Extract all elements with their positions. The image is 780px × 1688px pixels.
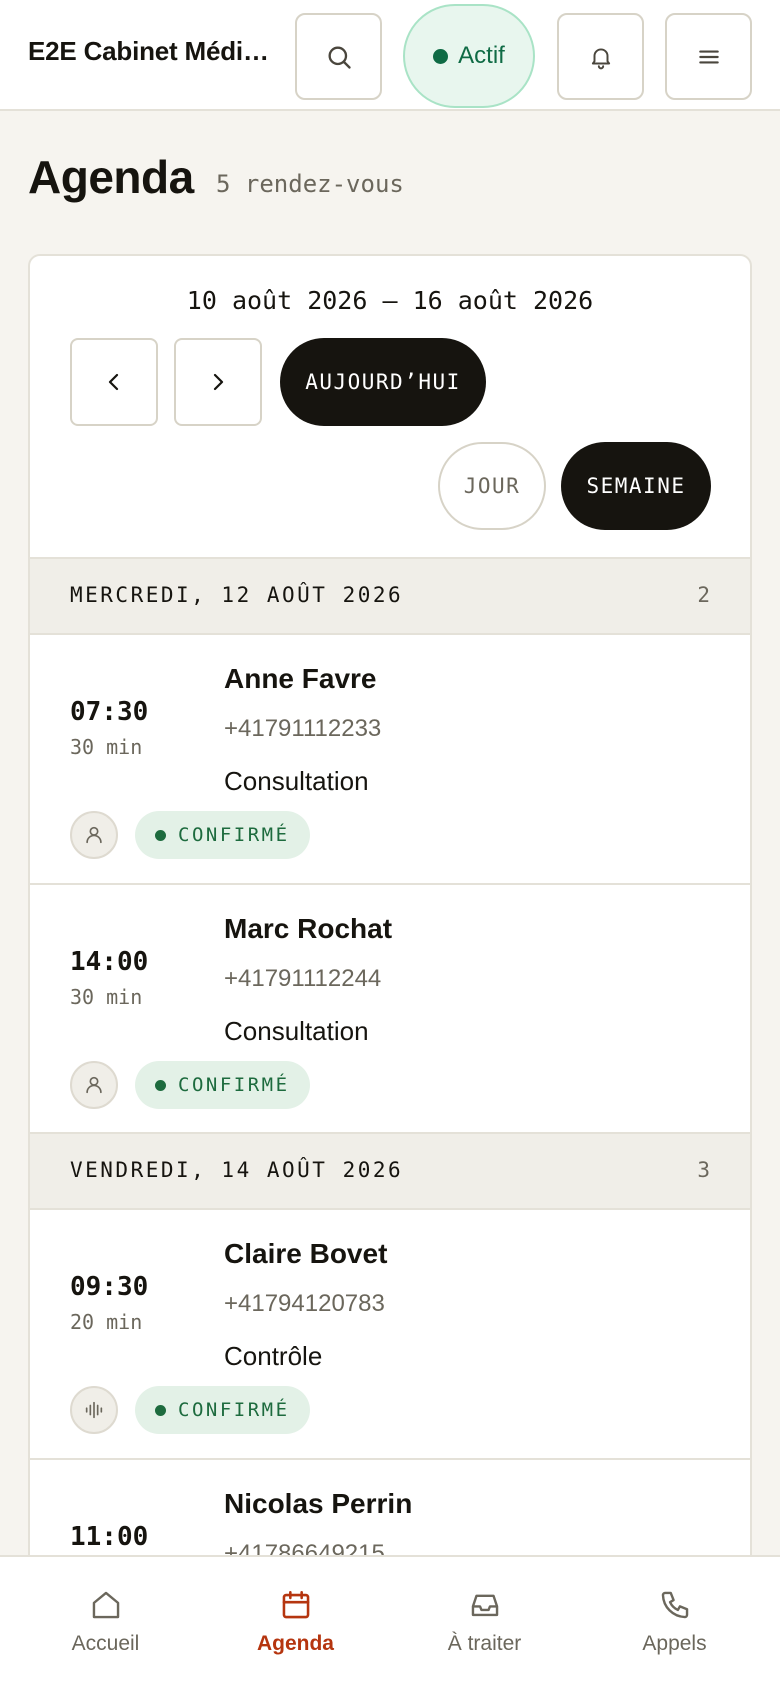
status-badge: CONFIRMÉ (135, 811, 310, 859)
agenda-card: 10 août 2026 — 16 août 2026 AUJOURD’HUI … (28, 254, 752, 1688)
day-label: MERCREDI, 12 AOÛT 2026 (70, 583, 404, 607)
status-label: Actif (458, 42, 505, 69)
search-button[interactable] (295, 13, 382, 100)
inbox-icon (471, 1594, 498, 1617)
badge-dot (155, 1404, 166, 1416)
top-header: E2E Cabinet Médical Actif (0, 0, 780, 111)
appointment-type: Consultation (224, 1016, 369, 1046)
hamburger-menu-icon (698, 50, 719, 63)
appointment-duration: 30 min (70, 985, 143, 1009)
bottom-navigation: Accueil Agenda À traiter Appels (0, 1555, 780, 1688)
day-label: VENDREDI, 14 AOÛT 2026 (70, 1158, 404, 1182)
status-pill[interactable]: Actif (403, 4, 535, 108)
bell-icon (591, 47, 610, 69)
patient-name: Nicolas Perrin (224, 1488, 413, 1519)
appointment-time: 09:30 (70, 1272, 149, 1302)
nav-item-accueil[interactable]: Accueil (8, 1557, 203, 1688)
patient-phone: +41794120783 (224, 1290, 385, 1317)
patient-phone: +41791112244 (224, 965, 382, 992)
page-title: Agenda (28, 151, 194, 203)
day-header: VENDREDI, 14 AOÛT 2026 3 (30, 1132, 750, 1210)
menu-button[interactable] (665, 13, 752, 100)
nav-label: Appels (642, 1632, 707, 1655)
appointment-time: 11:00 (70, 1522, 149, 1552)
home-icon (92, 1591, 119, 1619)
status-badge-label: CONFIRMÉ (178, 1399, 290, 1421)
appointment-row[interactable]: 07:30 30 min Anne Favre +41791112233 Con… (30, 635, 750, 885)
appointment-row[interactable]: 09:30 20 min Claire Bovet +41794120783 C… (30, 1210, 750, 1460)
calendar-icon (282, 1590, 309, 1619)
person-icon (86, 1076, 102, 1094)
status-badge: CONFIRMÉ (135, 1386, 310, 1434)
chevron-left-icon (108, 373, 119, 391)
appointment-row[interactable]: 14:00 30 min Marc Rochat +41791112244 Co… (30, 885, 750, 1135)
status-badge: CONFIRMÉ (135, 1061, 310, 1109)
nav-item-appels[interactable]: Appels (577, 1557, 772, 1688)
appointment-duration: 20 min (70, 1310, 143, 1334)
source-badge (70, 1061, 118, 1109)
patient-name: Claire Bovet (224, 1238, 388, 1269)
appointment-type: Contrôle (224, 1341, 323, 1371)
appointment-count: 5 rendez-vous (216, 170, 404, 198)
person-icon (86, 826, 102, 844)
notifications-button[interactable] (557, 13, 644, 100)
patient-name: Anne Favre (224, 663, 377, 694)
view-day-button[interactable]: JOUR (438, 442, 546, 530)
nav-label: Accueil (71, 1632, 140, 1655)
voice-waveform-icon (85, 1401, 103, 1419)
date-range: 10 août 2026 — 16 août 2026 (186, 286, 594, 315)
view-week-button[interactable]: SEMAINE (561, 442, 711, 530)
patient-phone: +41791112233 (224, 715, 382, 742)
source-badge (70, 1386, 118, 1434)
appointment-type: Consultation (224, 766, 369, 796)
appointment-duration: 30 min (70, 735, 143, 759)
status-dot (433, 48, 449, 64)
search-icon (328, 46, 351, 69)
nav-item-a-traiter[interactable]: À traiter (387, 1557, 582, 1688)
appointment-time: 14:00 (70, 947, 149, 977)
previous-week-button[interactable] (70, 338, 158, 426)
app-title: E2E Cabinet Médical (28, 36, 278, 66)
status-badge-label: CONFIRMÉ (178, 1074, 290, 1096)
source-badge (70, 811, 118, 859)
status-badge-label: CONFIRMÉ (178, 824, 290, 846)
patient-name: Marc Rochat (224, 913, 393, 944)
day-count: 3 (697, 1158, 710, 1182)
badge-dot (155, 829, 166, 841)
day-count: 2 (697, 583, 710, 607)
nav-label: Agenda (256, 1632, 334, 1655)
today-button[interactable]: AUJOURD’HUI (280, 338, 486, 426)
appointment-time: 07:30 (70, 697, 149, 727)
nav-label: À traiter (447, 1632, 522, 1655)
day-header: MERCREDI, 12 AOÛT 2026 2 (30, 557, 750, 635)
phone-icon (661, 1591, 688, 1619)
badge-dot (155, 1079, 166, 1091)
chevron-right-icon (213, 373, 224, 391)
nav-item-agenda[interactable]: Agenda (198, 1557, 393, 1688)
next-week-button[interactable] (174, 338, 262, 426)
